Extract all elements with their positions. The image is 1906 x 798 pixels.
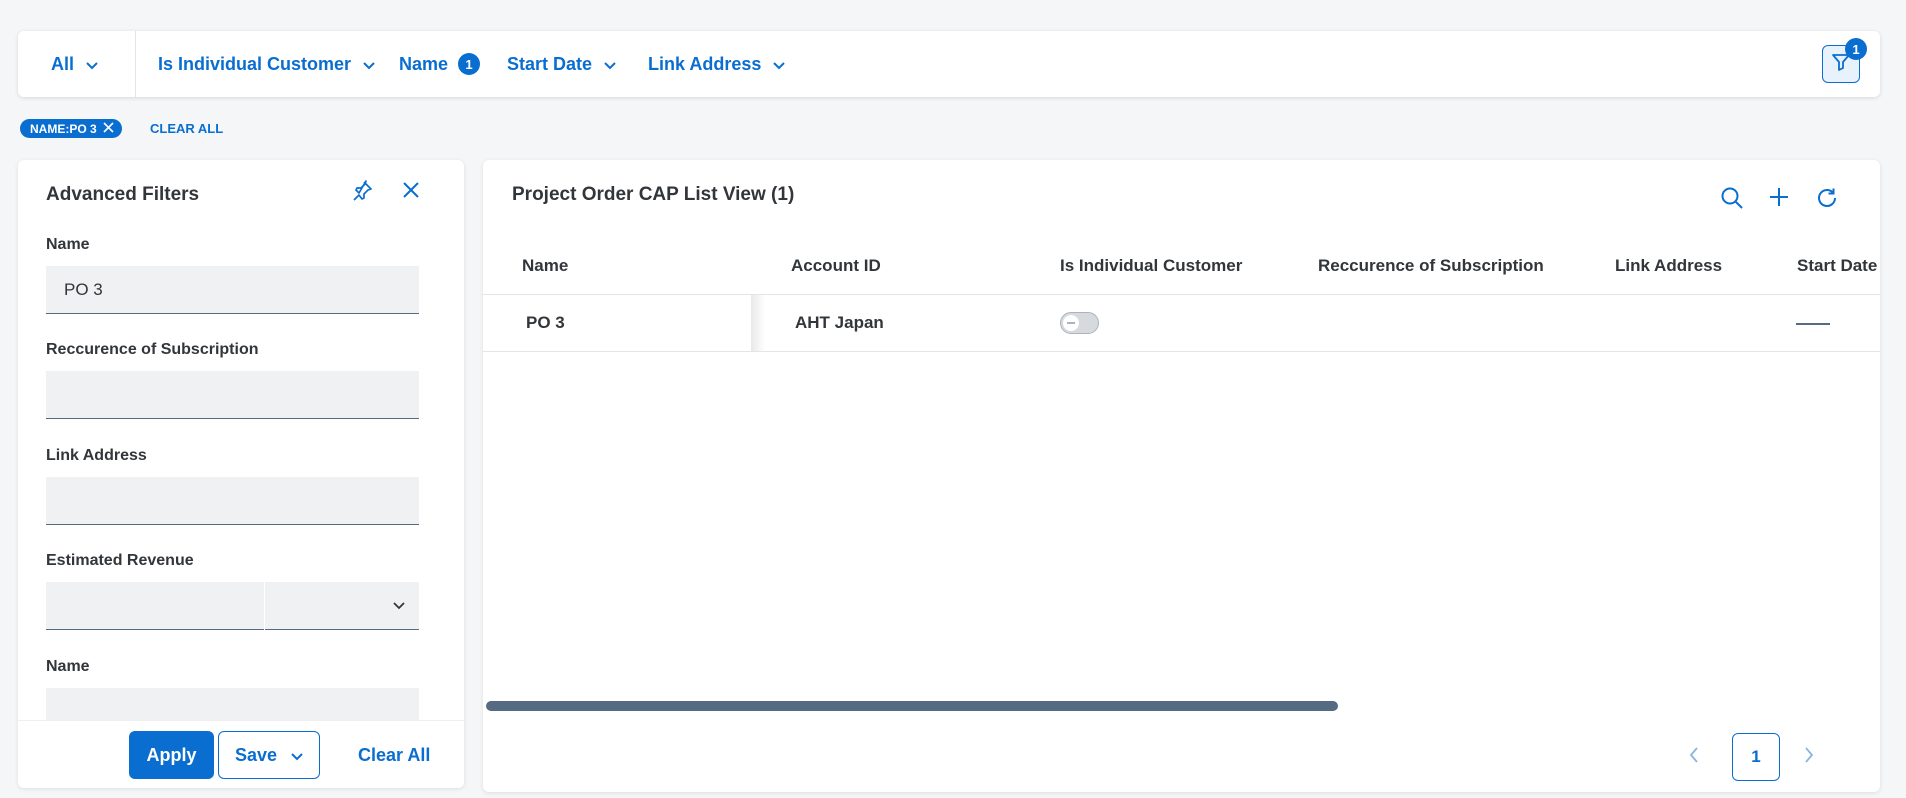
filter-link-address[interactable]: Link Address — [648, 31, 786, 97]
search-icon[interactable] — [1720, 186, 1744, 215]
filter-name[interactable]: Name 1 — [399, 31, 481, 97]
filter-is-individual-customer-label: Is Individual Customer — [158, 53, 352, 74]
chevron-down-icon — [363, 54, 375, 75]
cell-name: PO 3 — [526, 313, 565, 332]
divider — [135, 31, 136, 97]
pagination-current-page[interactable]: 1 — [1732, 733, 1780, 781]
filter-name-count-badge: 1 — [458, 53, 481, 75]
filter-all-dropdown[interactable]: All — [51, 31, 98, 97]
apply-button-label: Apply — [146, 744, 197, 765]
filter-all-label: All — [51, 53, 75, 74]
start-date-empty-dash — [1796, 323, 1830, 325]
column-header-is-individual-customer[interactable]: Is Individual Customer — [1060, 256, 1242, 276]
filter-name-label: Name — [399, 53, 449, 74]
pin-icon[interactable] — [351, 180, 373, 207]
link-address-input[interactable] — [46, 477, 419, 525]
field-label-name: Name — [46, 236, 90, 253]
advanced-filters-footer: Apply Save Clear All — [18, 720, 464, 788]
chevron-left-icon[interactable] — [1688, 746, 1700, 769]
save-button-label: Save — [234, 744, 278, 765]
list-view-panel: Project Order CAP List View (1) Name Acc… — [483, 160, 1880, 792]
column-header-link-address[interactable]: Link Address — [1615, 256, 1722, 276]
save-button[interactable]: Save — [218, 731, 320, 779]
active-filter-chip[interactable]: NAME:PO 3 — [20, 119, 122, 138]
refresh-icon[interactable] — [1815, 186, 1839, 215]
advanced-filters-panel: Advanced Filters Name Reccurence of Subs… — [18, 160, 464, 788]
chevron-down-icon — [604, 54, 616, 75]
field-label-reccurence: Reccurence of Subscription — [46, 341, 259, 358]
sticky-column-shadow — [751, 295, 765, 351]
clear-all-filters-link[interactable]: CLEAR ALL — [150, 121, 223, 136]
field-label-link-address: Link Address — [46, 447, 147, 464]
field-label-name-2: Name — [46, 658, 90, 675]
horizontal-scrollbar[interactable] — [486, 701, 1338, 711]
field-label-estimated-revenue: Estimated Revenue — [46, 552, 194, 569]
close-icon[interactable] — [401, 180, 421, 205]
advanced-filter-button[interactable]: 1 — [1822, 38, 1867, 83]
column-header-name[interactable]: Name — [522, 256, 568, 276]
column-header-account-id[interactable]: Account ID — [791, 256, 881, 276]
advanced-filters-title: Advanced Filters — [46, 184, 200, 205]
toggle-knob — [1063, 315, 1079, 331]
is-individual-customer-toggle[interactable] — [1060, 312, 1099, 334]
active-filter-chip-label: NAME:PO 3 — [30, 121, 97, 136]
filter-start-date-label: Start Date — [507, 53, 593, 74]
column-header-start-date[interactable]: Start Date — [1797, 256, 1877, 276]
estimated-revenue-input[interactable] — [46, 582, 264, 630]
table-row[interactable]: PO 3 AHT Japan — [483, 295, 1880, 352]
estimated-revenue-currency-select[interactable] — [265, 582, 419, 630]
chevron-down-icon — [393, 597, 405, 615]
list-view-title: Project Order CAP List View (1) — [512, 184, 795, 205]
chevron-right-icon[interactable] — [1803, 746, 1815, 769]
close-icon[interactable] — [103, 121, 114, 136]
cell-account-id: AHT Japan — [795, 313, 884, 332]
filter-bar: All Is Individual Customer Name 1 Start … — [18, 31, 1880, 97]
chevron-down-icon — [291, 745, 303, 766]
filter-link-address-label: Link Address — [648, 53, 762, 74]
reccurence-input[interactable] — [46, 371, 419, 419]
name-input[interactable] — [46, 266, 419, 314]
filter-count-badge: 1 — [1845, 38, 1867, 60]
clear-all-button[interactable]: Clear All — [358, 745, 430, 766]
chevron-down-icon — [86, 54, 98, 75]
filter-is-individual-customer[interactable]: Is Individual Customer — [158, 31, 375, 97]
add-icon[interactable] — [1768, 186, 1790, 213]
apply-button[interactable]: Apply — [129, 731, 214, 779]
chevron-down-icon — [773, 54, 786, 75]
filter-start-date[interactable]: Start Date — [507, 31, 616, 97]
column-header-reccurence[interactable]: Reccurence of Subscription — [1318, 256, 1544, 276]
